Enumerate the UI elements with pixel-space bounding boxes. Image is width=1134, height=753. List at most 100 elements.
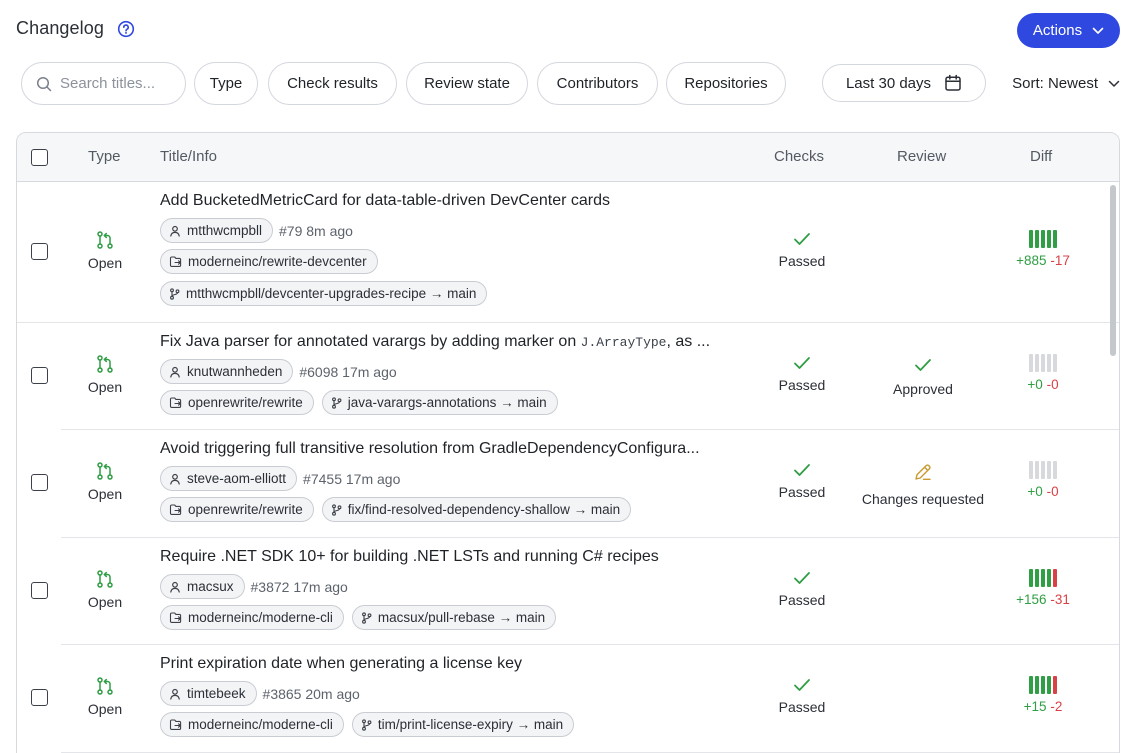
branch-badge[interactable]: tim/print-license-expiry → main bbox=[351, 712, 575, 737]
checks-status: Passed bbox=[778, 699, 826, 715]
column-header-review[interactable]: Review bbox=[897, 148, 946, 165]
diff-bar-segment bbox=[1029, 676, 1033, 694]
repository-badge[interactable]: moderneinc/rewrite-devcenter bbox=[160, 249, 378, 274]
check-icon bbox=[794, 232, 810, 245]
type-cell: Open bbox=[79, 461, 131, 502]
checks-cell: Passed bbox=[757, 356, 847, 393]
repository-badge[interactable]: moderneinc/moderne-cli bbox=[160, 712, 344, 737]
row-checkbox[interactable] bbox=[31, 474, 48, 491]
row-tags: moderneinc/moderne-cli macsux/pull-rebas… bbox=[160, 605, 557, 630]
diff-deletions: -0 bbox=[1046, 484, 1059, 499]
repository-name: openrewrite/rewrite bbox=[188, 502, 303, 517]
branch-badge[interactable]: fix/find-resolved-dependency-shallow → m… bbox=[321, 497, 632, 522]
repository-name: moderneinc/rewrite-devcenter bbox=[188, 254, 367, 269]
column-header-checks[interactable]: Checks bbox=[774, 148, 824, 165]
scrollbar-thumb[interactable] bbox=[1110, 185, 1116, 356]
pr-info: #79 8m ago bbox=[279, 222, 353, 239]
repository-icon bbox=[169, 396, 182, 408]
date-range-button[interactable]: Last 30 days bbox=[822, 64, 986, 102]
type-label: Open bbox=[87, 378, 123, 395]
row-title[interactable]: Add BucketedMetricCard for data-table-dr… bbox=[160, 192, 610, 210]
checks-status: Passed bbox=[778, 376, 826, 393]
row-meta: macsux #3872 17m ago bbox=[160, 574, 348, 599]
repository-badge[interactable]: openrewrite/rewrite bbox=[160, 390, 314, 415]
diff-bar-segment bbox=[1041, 568, 1045, 587]
author-badge[interactable]: knutwannheden bbox=[160, 359, 294, 384]
diff-bars bbox=[1029, 568, 1057, 587]
row-checkbox[interactable] bbox=[31, 366, 48, 384]
branch-badge[interactable]: macsux/pull-rebase → main bbox=[351, 605, 557, 630]
search-box[interactable] bbox=[21, 62, 186, 105]
diff-additions: +0 bbox=[1027, 376, 1043, 392]
diff-additions: +885 bbox=[1016, 252, 1047, 268]
table-row[interactable]: Open Print expiration date when generati… bbox=[17, 645, 1119, 753]
branch-name: mtthwcmpbll/devcenter-upgrades-recipe → … bbox=[186, 286, 477, 301]
check-icon bbox=[794, 571, 810, 584]
table-row[interactable]: Open Fix Java parser for annotated varar… bbox=[17, 323, 1119, 430]
table-row[interactable]: Open Require .NET SDK 10+ for building .… bbox=[17, 538, 1119, 645]
user-icon bbox=[170, 473, 180, 485]
diff-cell: +156 -31 bbox=[1007, 568, 1079, 607]
table-row[interactable]: Open Add BucketedMetricCard for data-tab… bbox=[17, 182, 1119, 323]
date-range-label: Last 30 days bbox=[845, 74, 932, 92]
select-all-checkbox[interactable] bbox=[31, 149, 48, 166]
actions-button[interactable]: Actions bbox=[1017, 13, 1120, 48]
row-checkbox[interactable] bbox=[31, 242, 48, 260]
checks-cell: Passed bbox=[757, 463, 847, 500]
row-meta: steve-aom-elliott #7455 17m ago bbox=[160, 466, 400, 491]
author-badge[interactable]: mtthwcmpbll bbox=[160, 218, 274, 243]
table-row[interactable]: Open Avoid triggering full transitive re… bbox=[17, 430, 1119, 538]
diff-stats: +0 -0 bbox=[1027, 484, 1058, 499]
repository-badge[interactable]: moderneinc/moderne-cli bbox=[160, 605, 344, 630]
branch-badge[interactable]: mtthwcmpbll/devcenter-upgrades-recipe → … bbox=[160, 281, 488, 306]
search-input[interactable] bbox=[60, 75, 170, 92]
checks-cell: Passed bbox=[757, 678, 847, 715]
diff-bars bbox=[1029, 676, 1057, 694]
diff-bar-segment bbox=[1035, 461, 1039, 479]
column-header-type[interactable]: Type bbox=[88, 148, 121, 165]
branch-name: tim/print-license-expiry → main bbox=[377, 717, 564, 732]
sort-label: Sort: Newest bbox=[1012, 75, 1098, 92]
diff-bar-segment bbox=[1041, 461, 1045, 479]
pull-request-icon bbox=[97, 462, 113, 480]
help-icon[interactable] bbox=[117, 20, 135, 38]
diff-bar-segment bbox=[1035, 353, 1039, 372]
repository-icon bbox=[169, 503, 182, 515]
row-title[interactable]: Avoid triggering full transitive resolut… bbox=[160, 440, 700, 458]
branch-badge[interactable]: java-varargs-annotations → main bbox=[321, 390, 558, 415]
type-label: Open bbox=[87, 486, 123, 502]
filter-check-results[interactable]: Check results bbox=[268, 62, 397, 105]
pr-info: #3872 17m ago bbox=[250, 578, 348, 595]
row-checkbox[interactable] bbox=[31, 581, 48, 599]
branch-icon bbox=[361, 611, 372, 624]
sort-dropdown[interactable]: Sort: Newest bbox=[1012, 62, 1120, 105]
review-status: Approved bbox=[893, 380, 953, 397]
filter-review-state[interactable]: Review state bbox=[406, 62, 528, 105]
author-badge[interactable]: steve-aom-elliott bbox=[160, 466, 298, 491]
actions-button-label: Actions bbox=[1032, 22, 1083, 39]
search-icon bbox=[36, 76, 52, 91]
repository-badge[interactable]: openrewrite/rewrite bbox=[160, 497, 314, 522]
row-checkbox[interactable] bbox=[31, 689, 48, 706]
row-title[interactable]: Fix Java parser for annotated varargs by… bbox=[160, 333, 710, 351]
filter-repositories[interactable]: Repositories bbox=[666, 62, 786, 105]
diff-bar-segment bbox=[1029, 229, 1033, 248]
diff-bar-segment bbox=[1041, 229, 1045, 248]
author-badge[interactable]: timtebeek bbox=[160, 681, 257, 706]
repository-name: moderneinc/moderne-cli bbox=[188, 717, 333, 732]
column-header-title[interactable]: Title/Info bbox=[160, 148, 217, 165]
author-name: macsux bbox=[187, 579, 234, 594]
author-badge[interactable]: macsux bbox=[160, 574, 245, 599]
diff-bar-segment bbox=[1047, 676, 1051, 694]
type-cell: Open bbox=[79, 676, 131, 717]
row-title[interactable]: Print expiration date when generating a … bbox=[160, 655, 522, 673]
checks-status: Passed bbox=[778, 591, 826, 608]
filter-type[interactable]: Type bbox=[194, 62, 258, 105]
type-cell: Open bbox=[79, 230, 131, 271]
filter-contributors[interactable]: Contributors bbox=[537, 62, 658, 105]
diff-bars bbox=[1029, 229, 1057, 248]
row-title[interactable]: Require .NET SDK 10+ for building .NET L… bbox=[160, 548, 659, 566]
column-header-diff[interactable]: Diff bbox=[1030, 148, 1052, 165]
review-cell: Changes requested bbox=[853, 462, 993, 507]
diff-bar-segment bbox=[1029, 461, 1033, 479]
